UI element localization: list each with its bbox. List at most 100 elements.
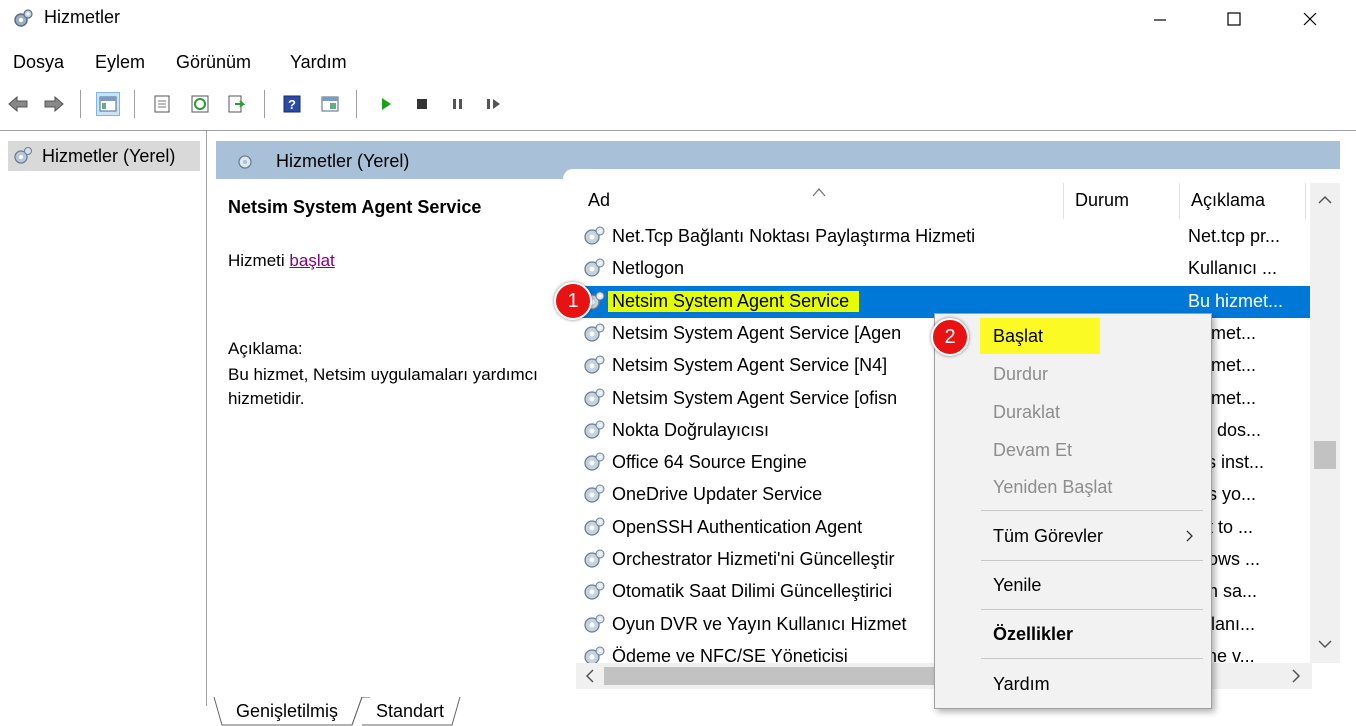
show-hide-tree-button[interactable] <box>96 92 120 116</box>
service-description: Net.tcp pr... <box>1188 226 1281 246</box>
selected-service-title: Netsim System Agent Service <box>228 197 482 217</box>
tab-standard[interactable]: Standart <box>376 697 444 726</box>
scroll-down-icon[interactable] <box>1310 631 1340 657</box>
service-gear-icon <box>582 257 606 284</box>
column-separator[interactable] <box>1063 183 1064 219</box>
console-tree-icon <box>99 96 117 112</box>
service-gear-icon <box>582 516 606 543</box>
menu-separator <box>981 560 1203 561</box>
service-description: Kullanıcı ... <box>1188 258 1278 279</box>
service-name: Oyun DVR ve Yayın Kullanıcı Hizmet <box>612 613 907 634</box>
menu-dosya[interactable]: Dosya <box>13 52 64 73</box>
pause-service-button[interactable] <box>446 92 470 116</box>
service-name: Office 64 Source Engine <box>612 452 807 473</box>
column-header-name[interactable]: Ad <box>588 179 1048 221</box>
menu-item-help[interactable]: Yardım <box>935 666 1211 702</box>
stop-icon <box>417 99 427 109</box>
menu-item-refresh[interactable]: Yenile <box>935 567 1211 603</box>
service-gear-icon <box>582 451 606 478</box>
menu-item-properties[interactable]: Özellikler <box>935 616 1211 652</box>
description-text: Bu hizmet, Netsim uygulamaları yardımcı … <box>228 365 538 408</box>
service-gear-icon <box>582 613 606 640</box>
properties-button[interactable] <box>150 92 174 116</box>
console-tree: Hizmetler (Yerel) <box>0 131 207 706</box>
service-gear-icon <box>582 322 606 349</box>
submenu-chevron-icon <box>1186 530 1193 542</box>
help-button[interactable]: ? <box>280 92 304 116</box>
resume-service-button[interactable] <box>482 92 506 116</box>
view-tabs: Genişletilmiş Standart <box>212 697 512 726</box>
menu-separator <box>981 658 1203 659</box>
start-service-button[interactable] <box>374 92 398 116</box>
column-name-label: Ad <box>588 189 611 210</box>
export-list-button[interactable] <box>224 92 248 116</box>
scroll-up-icon[interactable] <box>1310 187 1340 213</box>
toolbar-separator <box>264 90 265 118</box>
step-badge-1: 1 <box>554 282 592 320</box>
window-title: Hizmetler <box>44 7 121 27</box>
service-name: OneDrive Updater Service <box>612 484 823 505</box>
toolbar-separator <box>356 90 357 118</box>
step-badge-2: 2 <box>931 318 969 356</box>
context-menu: Durdur Duraklat Devam Et Yeniden Başlat … <box>934 313 1212 709</box>
toolbar-separator <box>134 90 135 118</box>
column-header-status[interactable]: Durum <box>1075 179 1175 221</box>
refresh-icon <box>191 95 209 113</box>
stop-service-button[interactable] <box>410 92 434 116</box>
maximize-button[interactable] <box>1198 0 1270 38</box>
column-status-label: Durum <box>1075 189 1130 210</box>
help-icon: ? <box>283 95 301 113</box>
pane-header: Hizmetler (Yerel) <box>216 141 1340 179</box>
column-separator[interactable] <box>1179 183 1180 219</box>
table-row[interactable]: Net.Tcp Bağlantı Noktası Paylaştırma Hiz… <box>576 221 1311 253</box>
description-label: Açıklama: <box>228 339 303 358</box>
horizontal-scroll-thumb[interactable] <box>604 667 934 685</box>
service-name: Netlogon <box>612 258 685 279</box>
start-service-link[interactable]: başlat <box>289 251 334 270</box>
menu-bar: Dosya Eylem Görünüm Yardım <box>0 44 1356 78</box>
service-name: Orchestrator Hizmeti'ni Güncelleştir <box>612 549 895 569</box>
description-panel: Netsim System Agent Service Hizmeti başl… <box>228 197 558 408</box>
menu-item-resume: Devam Et <box>993 439 1073 460</box>
menu-eylem[interactable]: Eylem <box>95 52 145 73</box>
table-row[interactable]: Netlogon Kullanıcı ... <box>576 253 1311 285</box>
service-gear-icon <box>582 419 606 446</box>
service-name: Otomatik Saat Dilimi Güncelleştirici <box>612 581 893 602</box>
vertical-scrollbar[interactable] <box>1310 183 1340 663</box>
menu-item-pause: Duraklat <box>993 401 1061 422</box>
forward-button[interactable] <box>42 92 66 116</box>
back-button[interactable] <box>6 92 30 116</box>
scroll-left-icon[interactable] <box>578 663 602 689</box>
menu-item-all-tasks[interactable]: Tüm Görevler <box>935 518 1211 554</box>
minimize-icon <box>1154 19 1166 21</box>
tree-item-local-services[interactable]: Hizmetler (Yerel) <box>8 141 200 171</box>
toolbar: ? <box>0 84 1356 124</box>
refresh-button[interactable] <box>188 92 212 116</box>
close-icon <box>1303 12 1317 26</box>
all-tasks-label: Tüm Görevler <box>993 525 1104 546</box>
menu-separator <box>981 510 1203 511</box>
tree-item-label: Hizmetler (Yerel) <box>42 145 176 166</box>
vertical-scroll-thumb[interactable] <box>1314 441 1336 469</box>
console-view-button[interactable] <box>318 92 342 116</box>
header-notch <box>563 169 1340 179</box>
menu-item-restart: Yeniden Başlat <box>993 476 1113 497</box>
properties-icon <box>154 95 170 113</box>
column-header-description[interactable]: Açıklama <box>1191 179 1301 221</box>
scroll-right-icon[interactable] <box>1284 663 1308 689</box>
service-description: Bu hizmet... <box>1188 290 1284 311</box>
menu-item-start-label[interactable]: Başlat <box>993 326 1043 347</box>
title-bar: Hizmetler <box>0 0 1356 38</box>
service-name: Netsim System Agent Service [Agen <box>612 322 902 343</box>
menu-gorunum[interactable]: Görünüm <box>176 52 251 73</box>
tab-extended[interactable]: Genişletilmiş <box>236 697 338 726</box>
pause-icon <box>453 99 462 109</box>
close-button[interactable] <box>1274 0 1346 38</box>
column-separator[interactable] <box>1305 183 1306 219</box>
minimize-button[interactable] <box>1124 0 1196 38</box>
menu-yardim[interactable]: Yardım <box>290 52 347 73</box>
service-name: Netsim System Agent Service [ofisn <box>612 387 898 408</box>
start-service-text: Hizmeti başlat <box>228 251 335 271</box>
export-icon <box>228 95 245 113</box>
service-gear-icon <box>582 354 606 381</box>
